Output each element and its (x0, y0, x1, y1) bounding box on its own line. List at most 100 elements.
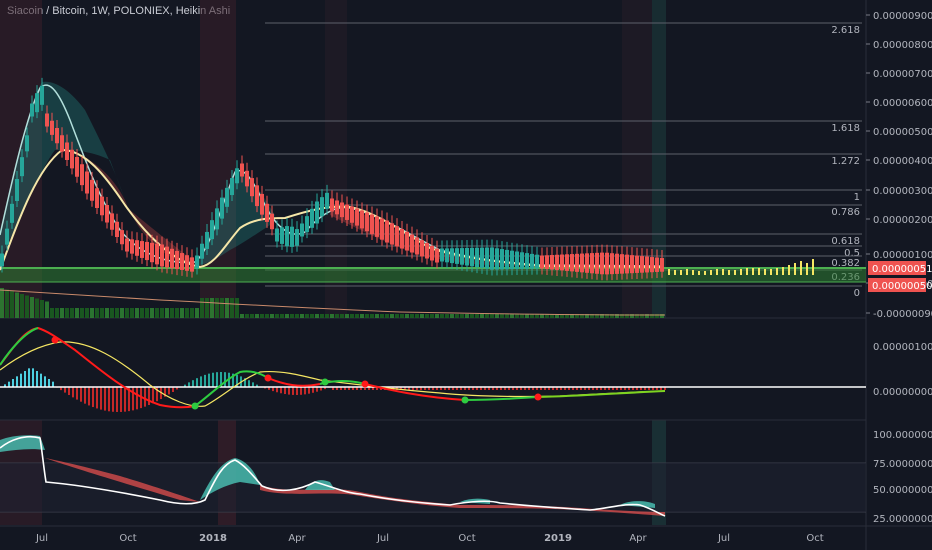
projection-bar (668, 269, 670, 275)
candle-body (490, 247, 494, 270)
fib-level-label: 1.618 (831, 123, 860, 134)
candle-body (325, 192, 329, 209)
macd-hist-bar (248, 380, 250, 387)
candle-body (115, 221, 119, 237)
candle-body (155, 243, 159, 265)
volume-bar (360, 314, 364, 318)
candle-body (390, 223, 394, 245)
volume-bar (365, 314, 369, 318)
candle-body (445, 248, 449, 263)
candle-body (160, 244, 164, 267)
volume-bar (435, 314, 439, 318)
macd-hist-bar (280, 387, 282, 394)
macd-hist-bar (200, 376, 202, 387)
time-tick-label: Apr (629, 533, 647, 544)
candle-body (350, 206, 354, 223)
volume-bar (515, 314, 519, 318)
macd-axis[interactable]: 0.00000100 0.00000000 (873, 342, 932, 398)
candle-body (180, 253, 184, 270)
candle-body (200, 243, 204, 259)
candle-body (530, 253, 534, 269)
macd-hist-bar (108, 387, 110, 412)
macd-hist-bar (28, 368, 30, 387)
macd-hist-bar (96, 387, 98, 409)
volume-bar (505, 314, 509, 318)
candle-body (435, 248, 439, 263)
volume-bar (105, 308, 109, 318)
fib-level-label: 0 (854, 288, 860, 299)
rsi-tick-label: 25.00000000 (873, 514, 932, 525)
projection-bar (782, 267, 784, 275)
candle-body (255, 185, 259, 207)
svg-text:0.00000051: 0.00000051 (872, 264, 932, 275)
macd-hist-bar (104, 387, 106, 411)
candle-body (65, 142, 69, 160)
volume-bar (80, 308, 84, 318)
volume-bar (185, 308, 189, 318)
projection-bar (704, 271, 706, 275)
volume-bar (60, 308, 64, 318)
candle-body (95, 188, 99, 208)
volume-bar (390, 314, 394, 318)
volume-bar (85, 308, 89, 318)
macd-hist-bar (196, 378, 198, 387)
macd-hist-bar (212, 372, 214, 387)
volume-bar (155, 308, 159, 318)
time-tick-label: Jul (376, 533, 389, 544)
macd-cross-dot (51, 336, 59, 344)
volume-bar (300, 314, 304, 318)
volume-bar (480, 314, 484, 318)
candle-body (485, 247, 489, 269)
volume-bar (0, 288, 4, 318)
candle-body (420, 240, 424, 257)
volume-bar (355, 314, 359, 318)
volume-bar (245, 314, 249, 318)
macd-cross-dot (461, 396, 469, 404)
price-tick-label: 0.00000400 (873, 156, 932, 167)
volume-bar (345, 314, 349, 318)
candle-body (355, 208, 359, 226)
projection-bar (752, 268, 754, 275)
projection-bar (800, 261, 802, 275)
candle-body (5, 228, 9, 245)
volume-bar (100, 308, 104, 318)
rsi-axis[interactable]: 100.00000000 75.00000000 50.00000000 25.000… (873, 430, 932, 525)
volume-bar (325, 314, 329, 318)
candle-body (240, 163, 244, 177)
volume-bar (405, 314, 409, 318)
candle-body (250, 178, 254, 197)
time-tick-label: Oct (806, 533, 823, 544)
time-tick-label: 2019 (544, 533, 572, 544)
volume-bar (495, 314, 499, 318)
fib-level-label: 2.618 (831, 25, 860, 36)
macd-hist-bar (124, 387, 126, 412)
macd-hist-bar (8, 381, 10, 387)
candle-body (465, 248, 469, 266)
volume-bar (455, 314, 459, 318)
candle-body (220, 197, 224, 219)
projection-bar (680, 270, 682, 275)
candle-body (535, 254, 539, 269)
macd-hist-bar (284, 387, 286, 395)
price-tick-label: 0.00000500 (873, 127, 932, 138)
candle-body (290, 226, 294, 247)
candle-body (320, 197, 324, 217)
macd-hist-bar (276, 387, 278, 393)
candle-body (510, 250, 514, 270)
volume-bar (25, 295, 29, 318)
volume-bar (125, 308, 129, 318)
volume-bar (215, 298, 219, 318)
volume-bar (175, 308, 179, 318)
volume-bar (160, 308, 164, 318)
chart-canvas[interactable]: 2.6181.6181.27210.7860.6180.50.3820.2360… (0, 0, 932, 550)
volume-bar (440, 314, 444, 318)
candle-body (550, 255, 554, 270)
volume-bar (290, 314, 294, 318)
candle-body (545, 255, 549, 269)
volume-bar (235, 298, 239, 318)
volume-bar (395, 314, 399, 318)
time-axis[interactable]: Jul Oct 2018 Apr Jul Oct 2019 Apr Jul Oct (35, 533, 824, 544)
volume-bar (275, 314, 279, 318)
candle-body (80, 164, 84, 186)
candle-body (475, 247, 479, 268)
